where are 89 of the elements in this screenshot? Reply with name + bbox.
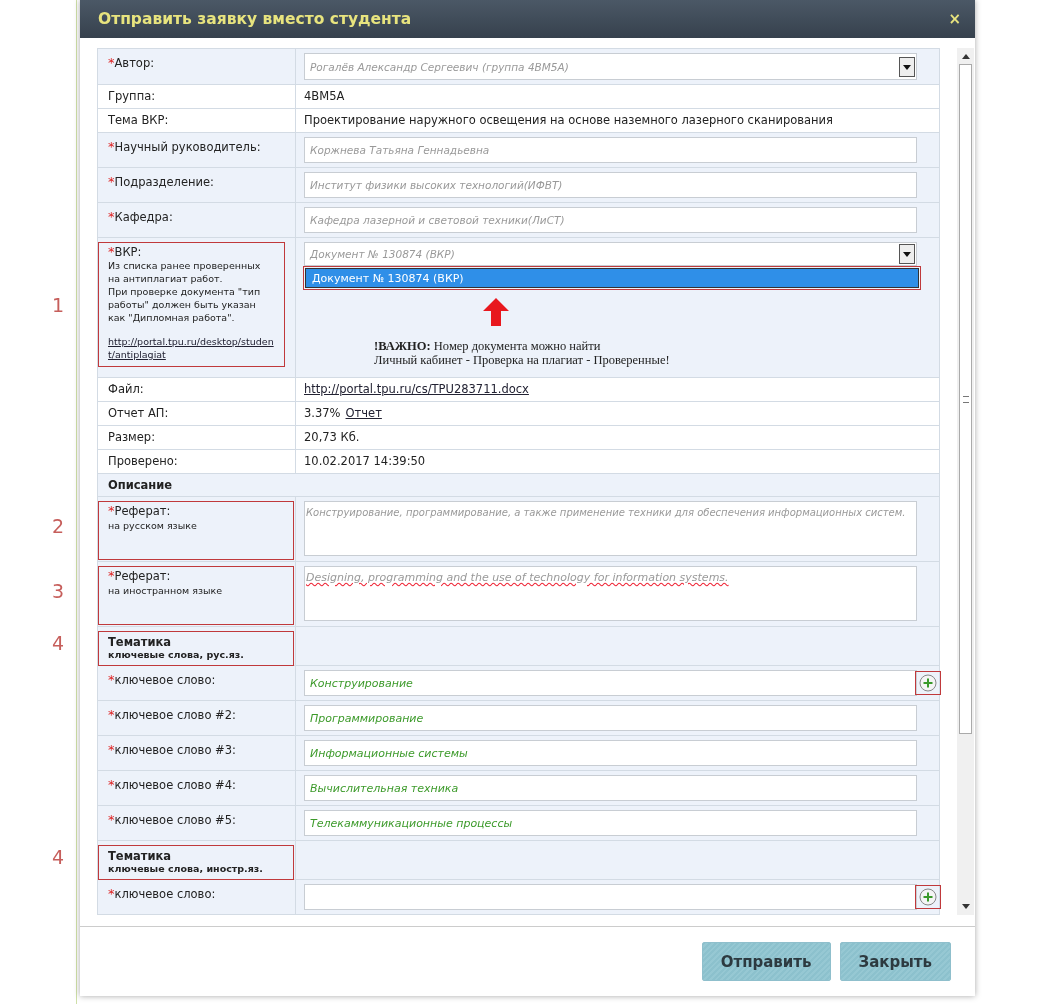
scrollbar-thumb[interactable]: [959, 64, 972, 734]
required-mark: *: [108, 888, 115, 899]
dialog-title: Отправить заявку вместо студента: [98, 10, 412, 28]
field-label: ВКР:: [114, 245, 142, 259]
field-value: 10.02.2017 14:39:50: [304, 454, 426, 468]
field-label: ключевое слово #2:: [114, 708, 236, 722]
field-label: Тема ВКР:: [108, 113, 169, 127]
field-label: ключевое слово:: [114, 887, 216, 901]
field-value: 20,73 Кб.: [304, 430, 360, 444]
scroll-up-icon[interactable]: [960, 52, 971, 60]
input-field[interactable]: Вычислительная техника: [304, 775, 917, 801]
select-placeholder: Рогалёв Александр Сергеевич (группа 4ВМ5А): [310, 60, 569, 73]
field-sublabel: на иностранном языке: [108, 585, 224, 596]
annotation-number: 4: [52, 632, 65, 655]
required-mark: *: [108, 779, 115, 790]
annotation-number: 1: [52, 293, 65, 316]
required-mark: *: [108, 141, 115, 152]
field-label: Тематика: [108, 849, 172, 863]
input-field[interactable]: Институт физики высоких технологий(ИФВТ): [304, 172, 917, 198]
field-sublabel: ключевые слова, рус.яз.: [108, 649, 245, 660]
up-arrow-icon: [482, 297, 510, 327]
section-title: Описание: [108, 478, 173, 492]
required-mark: *: [108, 744, 115, 755]
field-label: ключевое слово #5:: [114, 813, 236, 827]
field-sublabel: на русском языке: [108, 520, 198, 531]
field-note: Из списка ранее проверенных на антиплагиат работ.: [108, 259, 262, 285]
input-field[interactable]: Информационные системы: [304, 740, 917, 766]
input-placeholder: Коржнева Татьяна Геннадьевна: [310, 144, 490, 156]
required-mark: *: [108, 570, 115, 581]
field-value: Проектирование наружного освещения на основе наземного лазерного сканирования: [304, 113, 833, 127]
field-label: Реферат:: [114, 569, 171, 583]
input-field[interactable]: Телекаммуникационные процессы: [304, 810, 917, 836]
input-field[interactable]: Конструирование: [304, 670, 917, 696]
required-mark: *: [108, 505, 115, 516]
required-mark: *: [108, 814, 115, 825]
field-label: Отчет АП:: [108, 406, 169, 420]
field-label: Реферат:: [114, 504, 171, 518]
field-label: ключевое слово:: [114, 673, 216, 687]
field-note: При проверке документа "тип работы" должен быть указан как "Дипломная работа".: [108, 285, 262, 324]
textarea-placeholder: Конструирование, программирование, а также применение техники для обеспечения информационных систем.: [306, 507, 906, 518]
textarea-field[interactable]: Designing, programming and the use of technology for information systems.: [304, 566, 917, 621]
input-value: Вычислительная техника: [310, 781, 459, 795]
select-field[interactable]: Рогалёв Александр Сергеевич (группа 4ВМ5А): [304, 53, 917, 80]
field-label: ключевое слово #4:: [114, 778, 236, 792]
required-mark: *: [108, 709, 115, 720]
scrollbar[interactable]: [957, 48, 974, 915]
select-placeholder: Документ № 130874 (ВКР): [310, 248, 455, 260]
scroll-down-icon[interactable]: [960, 903, 971, 911]
dialog-button[interactable]: Закрыть: [839, 942, 951, 981]
annotation-number: 4: [52, 846, 65, 869]
annotation-number: 3: [52, 580, 65, 603]
input-field[interactable]: Кафедра лазерной и световой техники(ЛиСТ): [304, 207, 917, 233]
dropdown-option[interactable]: Документ № 130874 (ВКР): [305, 268, 919, 288]
field-value: 4ВМ5А: [304, 89, 345, 103]
annotation-number: 2: [52, 515, 65, 538]
field-sublabel: ключевые слова, иностр.яз.: [108, 863, 264, 874]
close-button[interactable]: ×: [946, 10, 963, 28]
important-notice: !ВАЖНО: Номер документа можно найти Личный кабинет - Проверка на плагиат - Проверенные!: [374, 339, 671, 367]
input-value: Телекаммуникационные процессы: [310, 816, 513, 830]
input-field[interactable]: Программирование: [304, 705, 917, 731]
input-placeholder: Институт физики высоких технологий(ИФВТ): [310, 179, 563, 191]
select-field[interactable]: Документ № 130874 (ВКР): [304, 242, 917, 266]
required-mark: *: [108, 246, 115, 257]
field-label: Автор:: [114, 56, 155, 70]
input-field[interactable]: Коржнева Татьяна Геннадьевна: [304, 137, 917, 163]
field-value: 3.37%: [304, 406, 341, 420]
file-link[interactable]: http://portal.tpu.ru/cs/TPU283711.docx: [304, 382, 529, 396]
field-label: Тематика: [108, 635, 172, 649]
input-value: Конструирование: [310, 676, 413, 690]
report-link[interactable]: Отчет: [345, 406, 382, 420]
field-label: ключевое слово #3:: [114, 743, 236, 757]
field-label: Проверено:: [108, 454, 178, 468]
textarea-field[interactable]: Конструирование, программирование, а также применение техники для обеспечения информационных систем.: [304, 501, 917, 556]
input-field[interactable]: [304, 884, 917, 910]
field-label: Научный руководитель:: [114, 140, 261, 154]
field-label: Размер:: [108, 430, 156, 444]
field-label: Группа:: [108, 89, 156, 103]
required-mark: *: [108, 211, 115, 222]
input-value: Программирование: [310, 711, 424, 725]
required-mark: *: [108, 176, 115, 187]
required-mark: *: [108, 674, 115, 685]
antiplagiat-link[interactable]: http://portal.tpu.ru/desktop/student/antiplagiat: [108, 335, 276, 361]
field-label: Файл:: [108, 382, 144, 396]
input-placeholder: Кафедра лазерной и световой техники(ЛиСТ): [310, 214, 565, 226]
required-mark: *: [108, 57, 115, 68]
field-label: Кафедра:: [114, 210, 173, 224]
field-label: Подразделение:: [114, 175, 214, 189]
input-value: Информационные системы: [310, 746, 468, 760]
dialog-button[interactable]: Отправить: [701, 942, 831, 981]
